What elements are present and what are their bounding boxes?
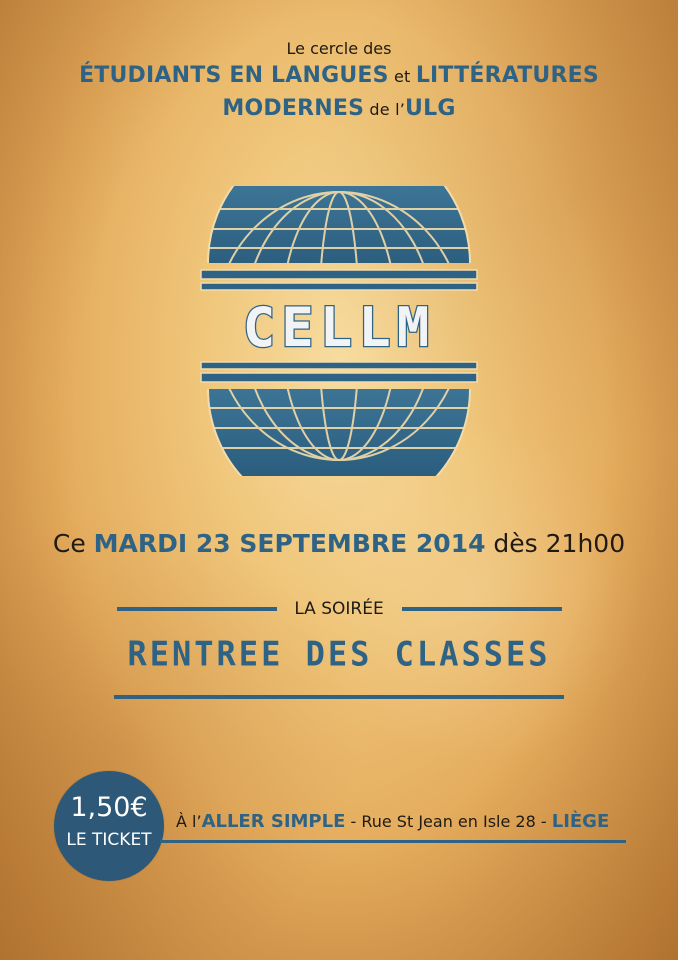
header-line-2: ÉTUDIANTS EN LANGUES et LITTÉRATURES xyxy=(0,60,678,93)
header-line-3: MODERNES de l’ULG xyxy=(0,93,678,126)
venue-underline xyxy=(160,840,626,843)
logo-text-panel: CELLM xyxy=(241,295,436,361)
date-highlight: MARDI 23 SEPTEMBRE 2014 xyxy=(93,529,486,558)
header-intro: Le cercle des xyxy=(286,39,392,58)
venue-address: - Rue St Jean en Isle 28 - xyxy=(345,812,552,831)
venue-prefix: À l’ xyxy=(176,812,202,831)
logo-wordmark: CELLM xyxy=(243,296,436,359)
event-poster: Le cercle des ÉTUDIANTS EN LANGUES et LI… xyxy=(0,0,678,960)
ticket-price: 1,50€ xyxy=(70,792,148,823)
header-modern: MODERNES xyxy=(222,96,365,121)
event-title: RENTREE DES CLASSES xyxy=(127,634,551,674)
cellm-logo: CELLM xyxy=(187,131,491,521)
divider-right xyxy=(402,607,562,611)
date-suffix: dès 21h00 xyxy=(485,529,626,558)
venue-info: À l’ALLER SIMPLE - Rue St Jean en Isle 2… xyxy=(176,810,626,834)
ticket-label: LE TICKET xyxy=(66,830,152,850)
header-connector-de: de l’ xyxy=(364,100,406,119)
event-date: Ce MARDI 23 SEPTEMBRE 2014 dès 21h00 xyxy=(0,527,678,561)
venue-city: LIÈGE xyxy=(551,811,610,832)
header-students-languages: ÉTUDIANTS EN LANGUES xyxy=(79,63,389,88)
header-connector-et: et xyxy=(388,67,416,86)
price-badge: 1,50€ LE TICKET xyxy=(54,771,164,881)
event-label: LA SOIRÉE xyxy=(294,599,384,619)
divider-bottom xyxy=(114,695,564,699)
organizer-header: Le cercle des ÉTUDIANTS EN LANGUES et LI… xyxy=(0,38,678,126)
header-literatures: LITTÉRATURES xyxy=(415,63,599,88)
venue-name: ALLER SIMPLE xyxy=(201,811,346,832)
header-university: ULG xyxy=(405,96,456,121)
date-prefix: Ce xyxy=(52,529,94,558)
globe-icon: CELLM xyxy=(200,131,478,521)
